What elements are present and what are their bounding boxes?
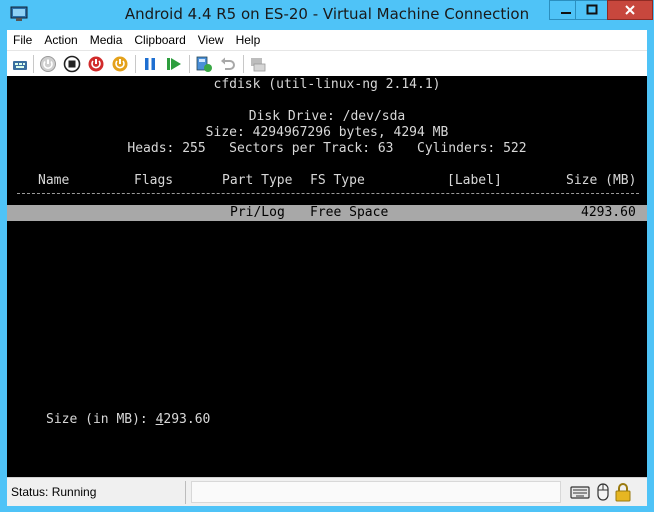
status-text: Status: Running (11, 485, 97, 499)
toolbar-separator (189, 55, 190, 73)
ctrl-alt-del-icon[interactable] (11, 55, 29, 73)
size-prompt-value[interactable]: 293.60 (163, 412, 210, 427)
status-field (191, 481, 561, 503)
row-part-type: Pri/Log (230, 205, 285, 220)
toolbar-separator (243, 55, 244, 73)
pause-icon[interactable] (141, 55, 159, 73)
close-icon (625, 5, 635, 15)
revert-icon[interactable] (219, 55, 237, 73)
menu-media[interactable]: Media (84, 30, 129, 50)
maximize-icon (586, 4, 597, 15)
toolbar (7, 50, 647, 76)
size-prompt[interactable]: Size (in MB): 4293.60 (46, 412, 654, 428)
menu-help[interactable]: Help (230, 30, 267, 50)
partition-table-header: Name Flags Part Type FS Type [Label] Siz… (7, 173, 647, 189)
maximize-button[interactable] (575, 0, 608, 20)
shutdown-icon[interactable] (87, 55, 105, 73)
cfdisk-banner: cfdisk (util-linux-ng 2.14.1) (213, 77, 441, 92)
column-label: [Label] (447, 173, 502, 188)
disk-drive-line: Disk Drive: /dev/sda (248, 109, 406, 124)
menu-action[interactable]: Action (38, 30, 83, 50)
column-size: Size (MB) (566, 173, 637, 188)
close-button[interactable] (607, 0, 653, 20)
title-bar[interactable]: Android 4.4 R5 on ES-20 - Virtual Machin… (0, 0, 654, 30)
row-fs-type: Free Space (310, 205, 389, 220)
header-rule (17, 193, 639, 194)
size-prompt-label: Size (in MB): (46, 412, 156, 427)
status-bar: Status: Running (7, 477, 647, 506)
column-fs-type: FS Type (310, 173, 365, 188)
start-icon[interactable] (39, 55, 57, 73)
row-size: 4293.60 (581, 205, 636, 220)
lock-icon (615, 483, 631, 502)
menu-file[interactable]: File (7, 30, 38, 50)
mouse-icon (597, 483, 609, 501)
vm-connection-window: Android 4.4 R5 on ES-20 - Virtual Machin… (0, 0, 654, 512)
disk-size-line: Size: 4294967296 bytes, 4294 MB (205, 125, 449, 140)
menu-view[interactable]: View (192, 30, 230, 50)
turn-off-icon[interactable] (63, 55, 81, 73)
save-state-icon[interactable] (111, 55, 129, 73)
reset-icon[interactable] (165, 55, 183, 73)
disk-geometry-line: Heads: 255 Sectors per Track: 63 Cylinde… (127, 141, 527, 156)
column-part-type: Part Type (222, 173, 293, 188)
vm-console-screen[interactable]: cfdisk (util-linux-ng 2.14.1) Disk Drive… (7, 76, 647, 477)
minimize-icon (560, 12, 571, 14)
column-name: Name (38, 173, 70, 188)
status-separator (185, 481, 186, 504)
toolbar-separator (33, 55, 34, 73)
menu-clipboard[interactable]: Clipboard (128, 30, 191, 50)
toolbar-separator (135, 55, 136, 73)
column-flags: Flags (134, 173, 174, 188)
menu-bar: File Action Media Clipboard View Help (7, 30, 647, 50)
keyboard-icon (570, 486, 590, 499)
enhanced-session-icon[interactable] (249, 55, 267, 73)
partition-row-selected[interactable]: Pri/Log Free Space 4293.60 (7, 205, 647, 221)
checkpoint-icon[interactable] (195, 55, 213, 73)
